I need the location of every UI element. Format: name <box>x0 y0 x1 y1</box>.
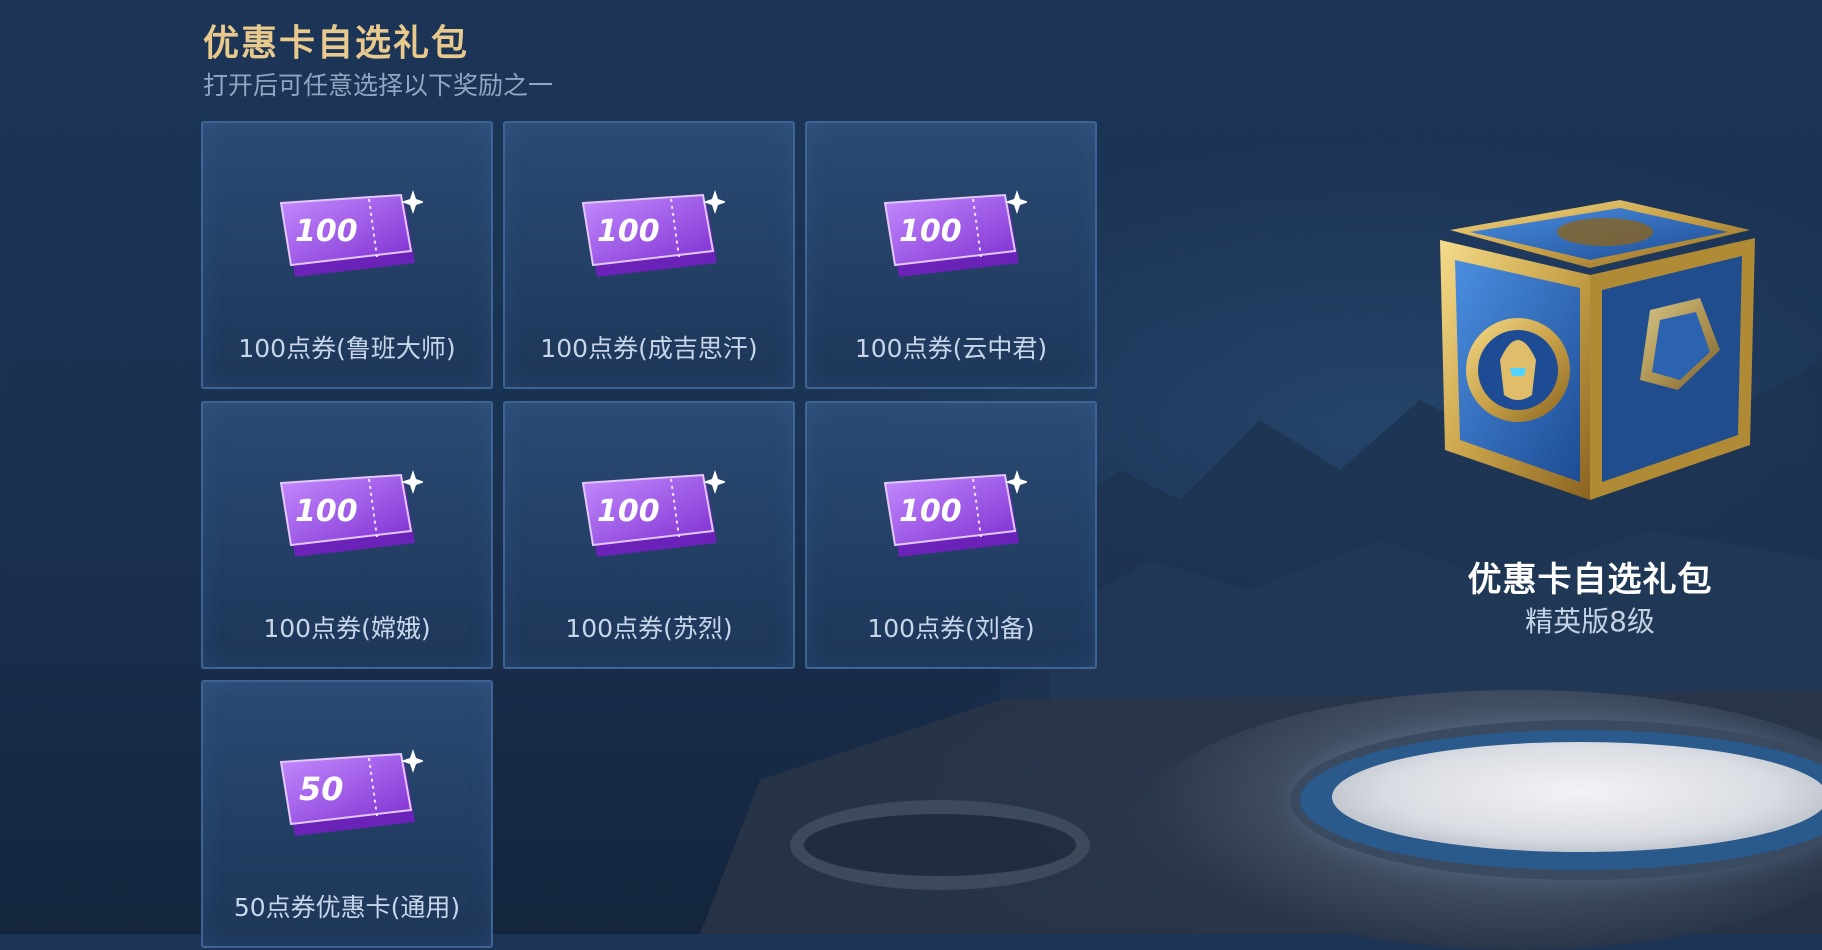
arena-disc <box>1332 742 1822 852</box>
gift-subtitle: 精英版8级 <box>1525 605 1655 638</box>
reward-label: 100点券(苏烈) <box>565 614 733 643</box>
voucher-ticket-icon: 100 <box>883 190 1027 277</box>
reward-label: 50点券优惠卡(通用) <box>233 893 461 922</box>
ticket-value: 100 <box>597 494 660 529</box>
reward-card[interactable]: 100 100点券(成吉思汗) <box>503 121 795 389</box>
reward-card[interactable]: 100 100点券(苏烈) <box>503 401 795 669</box>
reward-card[interactable]: 100 100点券(鲁班大师) <box>201 121 493 389</box>
reward-card[interactable]: 100 100点券(嫦娥) <box>201 401 493 669</box>
reward-label: 100点券(鲁班大师) <box>238 334 456 363</box>
page-title: 优惠卡自选礼包 <box>203 23 470 64</box>
voucher-ticket-icon: 50 <box>279 749 423 836</box>
ticket-value: 100 <box>295 494 358 529</box>
reward-label: 100点券(刘备) <box>867 614 1035 643</box>
voucher-ticket-icon: 100 <box>279 190 423 277</box>
reward-label: 100点券(云中君) <box>854 334 1048 363</box>
ticket-value: 100 <box>899 214 962 249</box>
ticket-value: 100 <box>899 494 962 529</box>
reward-card[interactable]: 100 100点券(云中君) <box>805 121 1097 389</box>
reward-label: 100点券(成吉思汗) <box>540 334 758 363</box>
voucher-ticket-icon: 100 <box>581 190 725 277</box>
ticket-value: 100 <box>597 214 660 249</box>
ticket-value: 50 <box>299 770 344 808</box>
reward-grid: 100 100点券(鲁班大师) 100 100点券(成吉思汗) 100 100点… <box>201 121 1099 948</box>
ticket-value: 100 <box>295 214 358 249</box>
page-subtitle: 打开后可任意选择以下奖励之一 <box>203 71 554 100</box>
gift-title: 优惠卡自选礼包 <box>1467 560 1713 600</box>
reward-card[interactable]: 100 100点券(刘备) <box>805 401 1097 669</box>
voucher-ticket-icon: 100 <box>279 470 423 557</box>
treasure-chest-icon <box>1440 200 1755 500</box>
reward-card[interactable]: 50 50点券优惠卡(通用) <box>201 680 493 948</box>
voucher-ticket-icon: 100 <box>883 470 1027 557</box>
reward-label: 100点券(嫦娥) <box>263 614 431 643</box>
voucher-ticket-icon: 100 <box>581 470 725 557</box>
